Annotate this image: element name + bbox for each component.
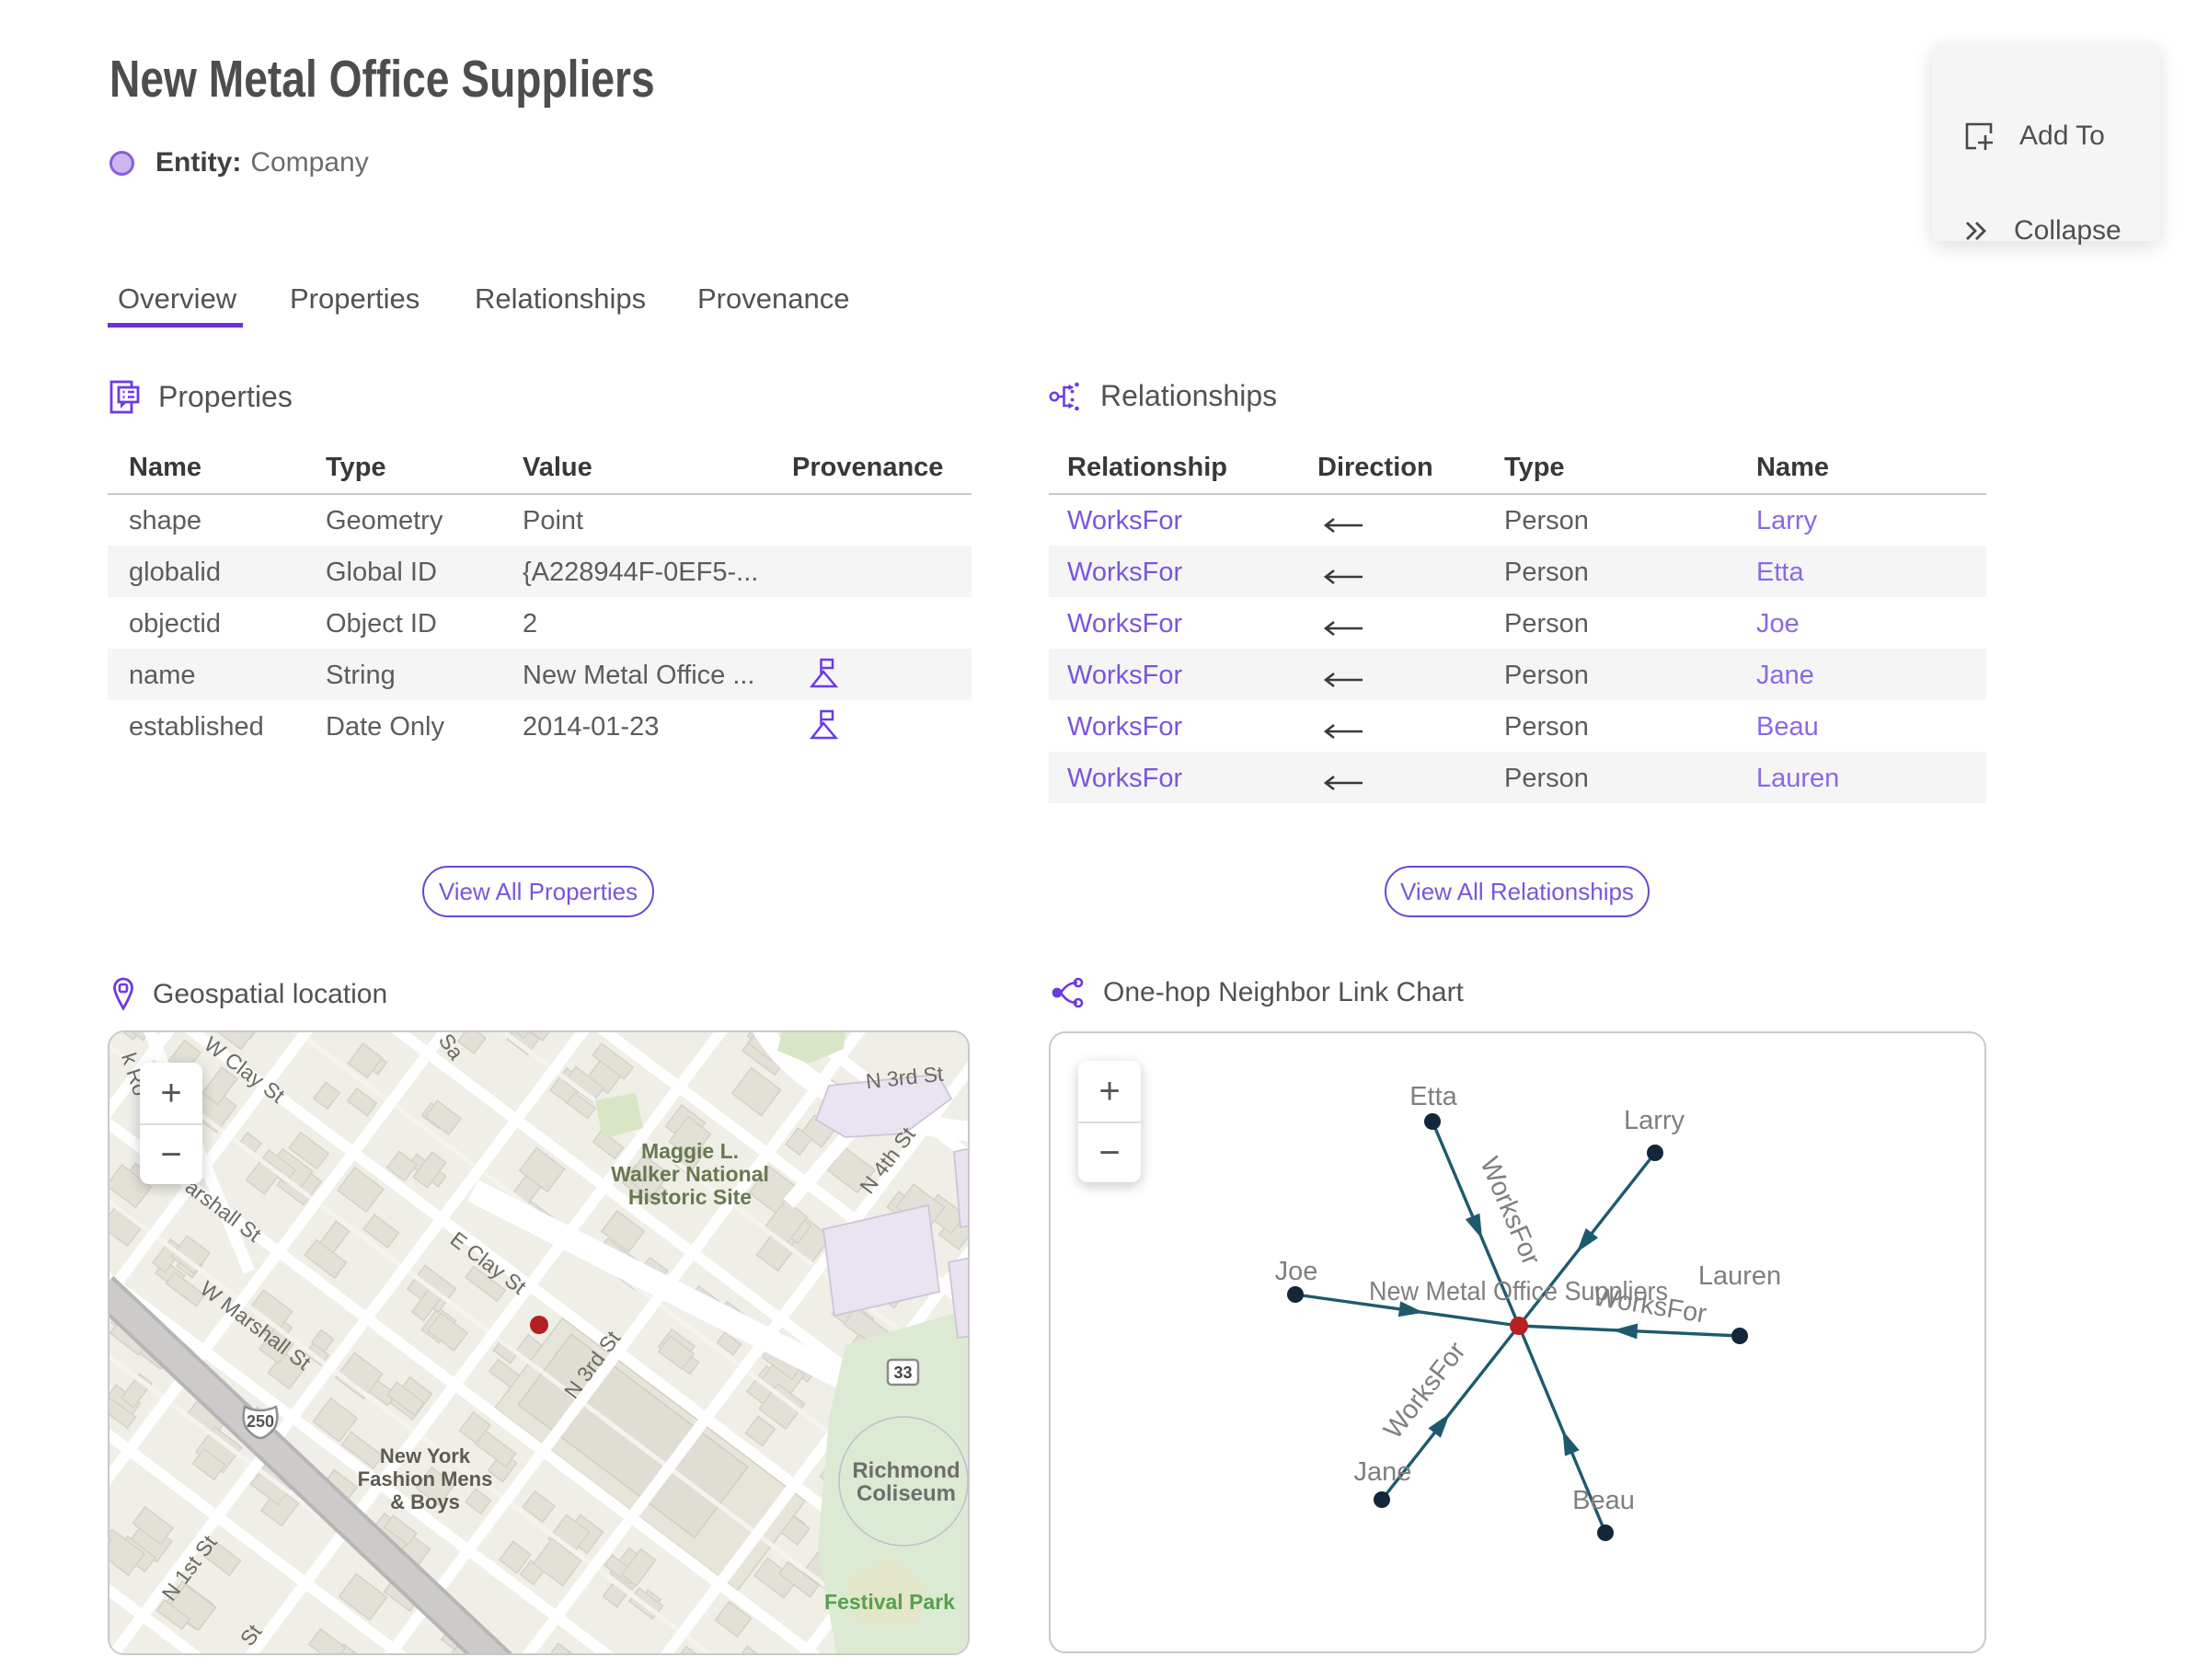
svg-text:Walker National: Walker National [611,1162,769,1186]
svg-text:Richmond: Richmond [852,1458,960,1483]
svg-text:Coliseum: Coliseum [857,1481,956,1506]
svg-text:Fashion Mens: Fashion Mens [358,1467,493,1490]
svg-text:Maggie L.: Maggie L. [641,1139,739,1163]
svg-text:Beau: Beau [1572,1486,1635,1515]
svg-text:Festival Park: Festival Park [824,1590,955,1614]
svg-text:Jane: Jane [1354,1457,1412,1487]
svg-text:WorksFor: WorksFor [1474,1153,1546,1270]
svg-text:& Boys: & Boys [390,1490,460,1513]
svg-text:New York: New York [380,1444,471,1467]
svg-text:Historic Site: Historic Site [628,1185,752,1209]
svg-text:33: 33 [893,1364,912,1382]
svg-text:Etta: Etta [1409,1082,1457,1111]
svg-text:Lauren: Lauren [1698,1261,1781,1291]
svg-text:WorksFor: WorksFor [1378,1336,1472,1444]
svg-text:Larry: Larry [1624,1106,1685,1135]
svg-text:Joe: Joe [1275,1257,1318,1286]
svg-text:250: 250 [247,1412,274,1431]
